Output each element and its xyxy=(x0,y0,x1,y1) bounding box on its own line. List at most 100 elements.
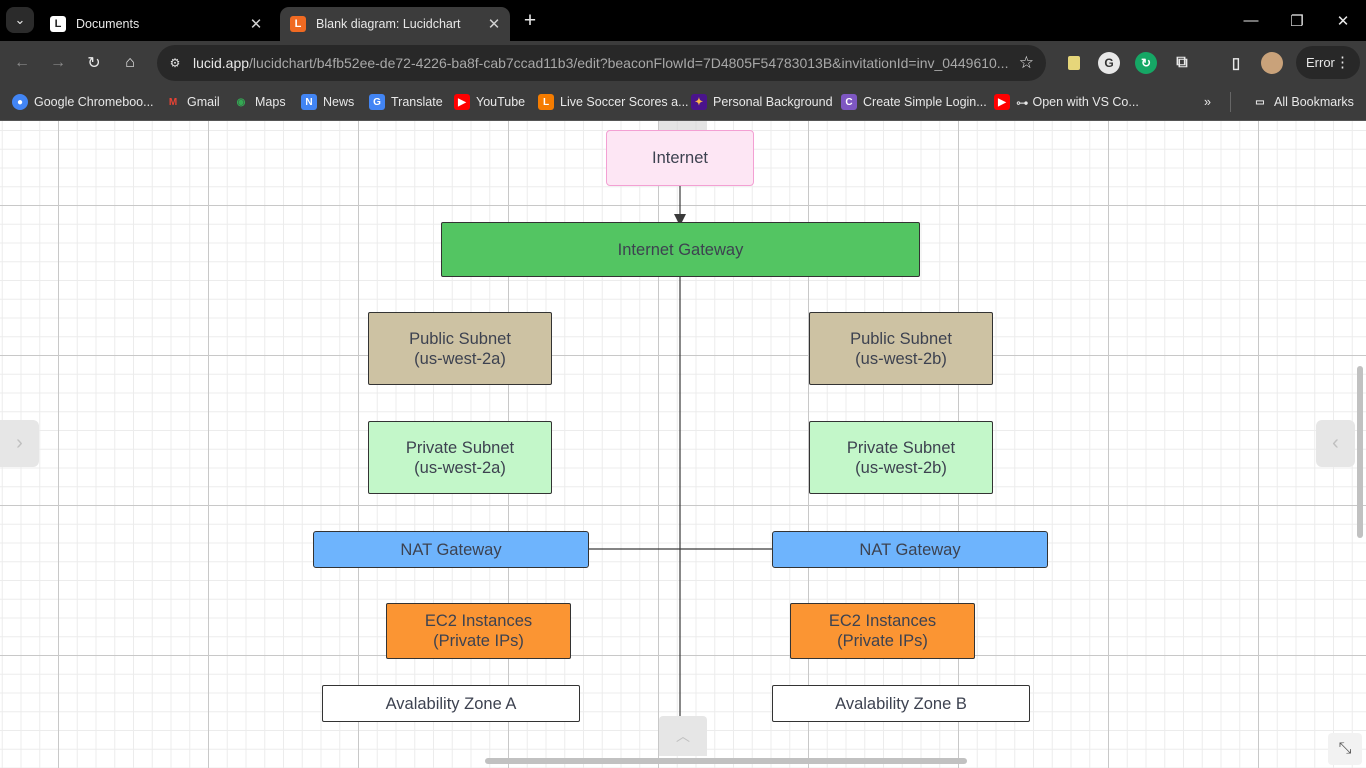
youtube-icon: ▶ xyxy=(454,94,470,110)
internet-gateway-label: Internet Gateway xyxy=(617,240,744,259)
bookmark-label: Open with VS Co... xyxy=(1032,95,1139,109)
ec2-instances-b-node[interactable]: EC2 Instances (Private IPs) xyxy=(790,603,975,659)
notes-extension-icon[interactable] xyxy=(1063,52,1085,74)
separator xyxy=(1230,92,1231,112)
profile-error-button[interactable]: Error ⋮ xyxy=(1296,46,1360,79)
tab-strip: ⌄ L Documents ✕ L Blank diagram: Lucidch… xyxy=(0,0,1366,41)
diagram-canvas[interactable]: ⌄ Internet Internet Gateway Public Subne… xyxy=(0,121,1366,768)
availability-zone-b-label: Avalability Zone B xyxy=(835,694,967,713)
bookmark-personal-background[interactable]: ✦ Personal Background xyxy=(691,92,833,112)
chevron-up-icon: ︿ xyxy=(676,728,690,744)
chevron-right-icon: › xyxy=(16,432,23,454)
tab-documents[interactable]: L Documents ✕ xyxy=(40,7,272,41)
all-bookmarks-label: All Bookmarks xyxy=(1274,95,1354,109)
close-tab-icon[interactable]: ✕ xyxy=(245,13,267,35)
url-text[interactable]: lucid.app/lucidchart/b4fb52ee-de72-4226-… xyxy=(193,55,1013,73)
expand-bottom-tab[interactable]: ︿ xyxy=(659,716,707,756)
tab-title: Blank diagram: Lucidchart xyxy=(316,17,461,31)
chevron-down-icon: ⌄ xyxy=(14,12,26,27)
bookmark-chromebook[interactable]: ● Google Chromeboo... xyxy=(12,92,154,112)
ec2-b-subtitle: (Private IPs) xyxy=(837,632,928,650)
lucid-orange-icon: L xyxy=(290,16,306,32)
bookmark-maps[interactable]: ◉ Maps xyxy=(233,92,286,112)
bookmark-youtube[interactable]: ▶ YouTube xyxy=(454,92,525,112)
close-tab-icon[interactable]: ✕ xyxy=(483,13,505,35)
horizontal-scrollbar[interactable] xyxy=(485,758,967,764)
collapse-arrows-icon: ⤡ xyxy=(1338,740,1352,757)
bookmark-gmail[interactable]: M Gmail xyxy=(165,92,220,112)
bookmark-soccer[interactable]: L Live Soccer Scores a... xyxy=(538,92,689,112)
restore-button[interactable]: ❐ xyxy=(1274,0,1320,41)
bookmark-label: Google Chromeboo... xyxy=(34,95,154,109)
avatar[interactable] xyxy=(1261,52,1283,74)
private-subnet-a-node[interactable]: Private Subnet (us-west-2a) xyxy=(368,421,552,494)
bookmark-vscode[interactable]: ▶ ⊶ Open with VS Co... xyxy=(994,92,1139,112)
translate-icon: G xyxy=(369,94,385,110)
nat-gateway-a-label: NAT Gateway xyxy=(400,540,502,559)
news-icon: N xyxy=(301,94,317,110)
ec2-instances-a-node[interactable]: EC2 Instances (Private IPs) xyxy=(386,603,571,659)
internet-gateway-node[interactable]: Internet Gateway xyxy=(441,222,920,277)
bookmark-create-login[interactable]: C Create Simple Login... xyxy=(841,92,987,112)
arrow-right-icon: → xyxy=(50,54,66,71)
site-info-icon[interactable]: ⚙ xyxy=(165,53,185,73)
bookmarks-bar: ● Google Chromeboo... M Gmail ◉ Maps N N… xyxy=(0,85,1366,121)
bookmark-label: Gmail xyxy=(187,95,220,109)
home-button[interactable]: ⌂ xyxy=(117,50,143,76)
sync-extension-icon[interactable]: ↻ xyxy=(1135,52,1157,74)
reload-button[interactable]: ↻ xyxy=(81,50,107,76)
tab-lucidchart[interactable]: L Blank diagram: Lucidchart ✕ xyxy=(280,7,510,41)
ec2-a-title: EC2 Instances xyxy=(424,612,533,630)
nat-gateway-b-label: NAT Gateway xyxy=(859,540,961,559)
bookmark-label: Maps xyxy=(255,95,286,109)
availability-zone-a-node[interactable]: Avalability Zone A xyxy=(322,685,580,722)
new-tab-button[interactable]: + xyxy=(518,9,542,33)
grammarly-icon[interactable]: G xyxy=(1098,52,1120,74)
lucid-icon: L xyxy=(50,16,66,32)
expand-left-panel-tab[interactable]: › xyxy=(0,420,39,467)
forward-button[interactable]: → xyxy=(45,50,71,76)
maps-icon: ◉ xyxy=(236,96,246,108)
private-subnet-a-zone: (us-west-2a) xyxy=(414,458,506,477)
public-subnet-a-node[interactable]: Public Subnet (us-west-2a) xyxy=(368,312,552,385)
minimize-button[interactable]: — xyxy=(1228,0,1274,41)
exit-fullscreen-button[interactable]: ⤡ xyxy=(1328,733,1362,765)
reload-icon: ↻ xyxy=(87,55,101,72)
error-label: Error xyxy=(1306,55,1335,70)
close-window-button[interactable]: ✕ xyxy=(1320,0,1366,41)
extensions-puzzle-icon[interactable]: ⧉ xyxy=(1171,52,1193,74)
public-subnet-a-title: Public Subnet xyxy=(409,329,511,348)
url-host: lucid.app xyxy=(193,55,250,71)
key-icon: ⊶ xyxy=(1016,95,1029,110)
all-bookmarks-button[interactable]: ▭ All Bookmarks xyxy=(1252,92,1354,112)
bookmark-label: YouTube xyxy=(476,95,526,109)
chevron-left-icon: ‹ xyxy=(1332,432,1339,454)
back-button[interactable]: ← xyxy=(9,50,35,76)
close-icon: ✕ xyxy=(1336,12,1350,30)
vertical-scrollbar[interactable] xyxy=(1357,366,1363,538)
expand-right-panel-tab[interactable]: ‹ xyxy=(1316,420,1355,467)
bookmarks-overflow-button[interactable]: » xyxy=(1204,92,1211,112)
bookmark-translate[interactable]: G Translate xyxy=(369,92,443,112)
internet-node[interactable]: Internet xyxy=(606,130,754,186)
tab-search-button[interactable]: ⌄ xyxy=(6,7,34,33)
address-bar[interactable]: ⚙ lucid.app/lucidchart/b4fb52ee-de72-422… xyxy=(157,45,1046,81)
public-subnet-a-zone: (us-west-2a) xyxy=(414,349,506,368)
private-subnet-b-title: Private Subnet xyxy=(846,438,956,457)
chrome-icon: ● xyxy=(12,94,28,110)
private-subnet-b-node[interactable]: Private Subnet (us-west-2b) xyxy=(809,421,993,494)
bookmark-label: Translate xyxy=(391,95,443,109)
nat-gateway-b-node[interactable]: NAT Gateway xyxy=(772,531,1048,568)
nat-gateway-a-node[interactable]: NAT Gateway xyxy=(313,531,589,568)
tab-title: Documents xyxy=(76,17,140,31)
public-subnet-b-node[interactable]: Public Subnet (us-west-2b) xyxy=(809,312,993,385)
bookmark-star-icon[interactable]: ☆ xyxy=(1019,53,1034,73)
bookmark-label: Live Soccer Scores a... xyxy=(560,95,689,109)
double-chevron-right-icon: » xyxy=(1204,95,1211,109)
bookmark-label: Personal Background xyxy=(713,95,833,109)
bookmark-news[interactable]: N News xyxy=(301,92,354,112)
side-panel-icon[interactable]: ▯ xyxy=(1225,52,1247,74)
more-menu-icon[interactable]: ⋮ xyxy=(1335,53,1350,71)
availability-zone-b-node[interactable]: Avalability Zone B xyxy=(772,685,1030,722)
bookmark-label: News xyxy=(323,95,355,109)
